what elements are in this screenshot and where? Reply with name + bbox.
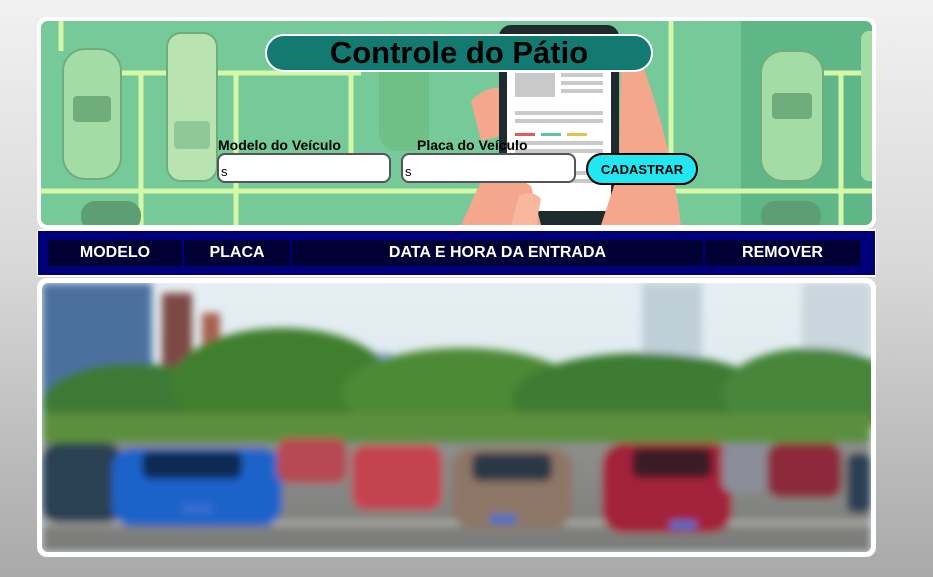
table-header: MODELO PLACA DATA E HORA DA ENTRADA REMO… (37, 229, 876, 277)
placa-label: Placa do Veículo (417, 137, 528, 153)
parking-lot-photo (42, 283, 871, 552)
page-title: Controle do Pátio (329, 35, 589, 70)
title-banner: Controle do Pátio (265, 34, 653, 72)
column-header-placa: PLACA (184, 240, 290, 266)
parking-lot-illustration: Controle do Pátio Modelo do Veículo Plac… (41, 21, 872, 225)
photo-card (37, 278, 876, 557)
column-header-data-hora: DATA E HORA DA ENTRADA (292, 240, 703, 266)
modelo-input[interactable] (217, 153, 391, 183)
modelo-label: Modelo do Veículo (218, 137, 341, 153)
column-header-modelo: MODELO (48, 240, 182, 266)
placa-input[interactable] (401, 153, 576, 183)
table-header-row: MODELO PLACA DATA E HORA DA ENTRADA REMO… (38, 231, 875, 275)
parking-lot-photo-svg (42, 283, 871, 552)
header-card: Controle do Pátio Modelo do Veículo Plac… (37, 17, 876, 229)
column-header-remover: REMOVER (705, 240, 860, 266)
cadastrar-button[interactable]: CADASTRAR (586, 153, 698, 185)
